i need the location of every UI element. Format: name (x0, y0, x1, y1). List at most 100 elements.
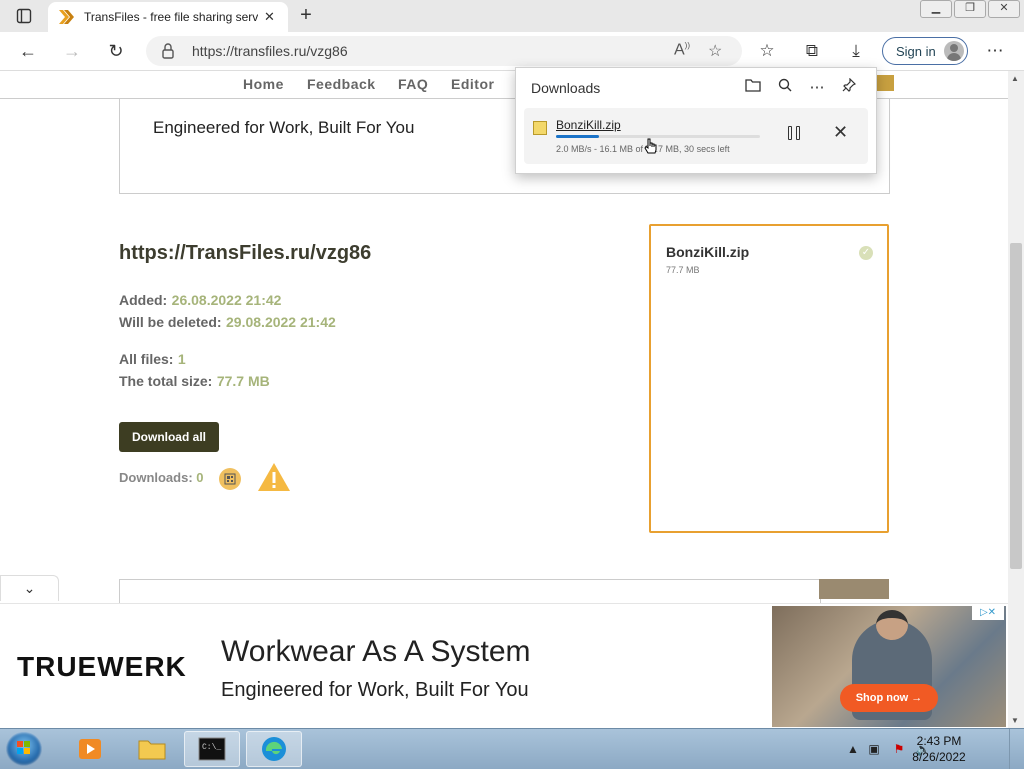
ad-shop-now-button[interactable]: Shop now → (840, 684, 938, 712)
share-url-heading: https://TransFiles.ru/vzg86 (119, 242, 372, 264)
tab-actions-button[interactable] (6, 4, 42, 28)
size-row: The total size: 77.7 MB (119, 373, 270, 391)
lock-icon (162, 43, 174, 59)
scrollbar-thumb[interactable] (1010, 243, 1022, 569)
ad-choices-icon[interactable]: ▷✕ (972, 606, 1004, 620)
downloads-icon[interactable]: ⤓ (845, 40, 867, 62)
files-value: 1 (177, 351, 186, 367)
sign-in-button[interactable]: Sign in (882, 37, 968, 65)
start-button[interactable] (6, 732, 42, 766)
downloads-count-value: 0 (196, 470, 204, 485)
network-icon[interactable]: ▣ (866, 741, 882, 757)
download-status: 2.0 MB/s - 16.1 MB of 77.7 MB, 30 secs l… (556, 144, 730, 154)
download-item[interactable]: BonziKill.zip 2.0 MB/s - 16.1 MB of 77.7… (524, 108, 868, 164)
ad-brand: TRUEWERK (17, 651, 187, 682)
ad-collapse-button[interactable]: ⌄ (0, 575, 59, 601)
sign-in-label: Sign in (896, 43, 936, 59)
taskbar-clock[interactable]: 2:43 PM 8/26/2022 (904, 733, 974, 765)
deleted-row: Will be deleted: 29.08.2022 21:42 (119, 314, 336, 332)
forward-button[interactable]: → (60, 40, 84, 62)
check-icon: ✓ (859, 246, 873, 260)
collections-icon[interactable]: ⧉ (801, 40, 823, 62)
lower-image (819, 579, 889, 599)
tab-close-icon[interactable]: ✕ (264, 9, 275, 25)
windows-taskbar: C:\_ ▲ ▣ ⚑ 🔈 2:43 PM 8/26/2022 (0, 728, 1024, 769)
command-prompt-icon: C:\_ (198, 737, 226, 761)
search-downloads-icon[interactable] (775, 78, 795, 98)
transfiles-favicon-icon (59, 10, 74, 24)
download-file-name[interactable]: BonziKill.zip (556, 118, 621, 132)
scroll-up-icon[interactable]: ▲ (1011, 74, 1019, 83)
download-progress-fill (556, 135, 599, 138)
taskbar-edge[interactable] (246, 731, 302, 767)
size-value: 77.7 MB (216, 373, 270, 389)
tray-expand-icon[interactable]: ▲ (845, 741, 861, 757)
edge-browser-icon (262, 737, 286, 761)
ad-tagline: Engineered for Work, Built For You (221, 679, 529, 701)
browser-tab[interactable]: TransFiles - free file sharing servi ✕ (48, 2, 288, 32)
added-row: Added: 26.08.2022 21:42 (119, 292, 281, 310)
zip-file-icon (533, 121, 547, 135)
pause-download-button[interactable] (784, 124, 804, 144)
media-player-icon (79, 739, 101, 759)
file-card[interactable]: BonziKill.zip 77.7 MB ✓ (649, 224, 889, 533)
new-tab-button[interactable]: + (296, 5, 316, 25)
more-options-icon[interactable]: ⋯ (807, 78, 827, 98)
cancel-download-button[interactable]: ✕ (833, 122, 848, 143)
read-aloud-icon[interactable]: A)) (674, 41, 690, 59)
windows-logo-icon (17, 741, 30, 754)
mouse-cursor-icon (644, 138, 657, 154)
bottom-ad[interactable]: TRUEWERK Workwear As A System Engineered… (0, 603, 1008, 729)
nav-home-link[interactable]: Home (243, 76, 284, 92)
added-value: 26.08.2022 21:42 (171, 292, 282, 308)
clock-date: 8/26/2022 (912, 750, 966, 764)
tab-actions-icon (16, 8, 32, 24)
browser-toolbar: ← → ↻ https://transfiles.ru/vzg86 A)) ☆ … (0, 32, 1024, 71)
downloads-title: Downloads (531, 80, 601, 96)
refresh-button[interactable]: ↻ (104, 40, 128, 62)
nav-feedback-link[interactable]: Feedback (307, 76, 376, 92)
qr-code-icon[interactable] (219, 468, 241, 490)
report-warning-icon[interactable] (257, 462, 291, 492)
favorites-icon[interactable]: ☆ (756, 40, 778, 62)
nav-editor-link[interactable]: Editor (451, 76, 494, 92)
close-window-button[interactable]: ✕ (988, 0, 1020, 18)
deleted-value: 29.08.2022 21:42 (226, 314, 336, 330)
tab-title: TransFiles - free file sharing servi (84, 10, 258, 24)
added-label: Added: (119, 292, 168, 308)
folder-icon (138, 740, 166, 760)
deleted-label: Will be deleted: (119, 314, 222, 330)
window-controls: ▁ ❐ ✕ (918, 0, 1020, 18)
downloads-count: Downloads: 0 (119, 470, 204, 485)
file-card-name: BonziKill.zip (666, 244, 750, 260)
clock-time: 2:43 PM (916, 734, 962, 748)
add-favorite-icon[interactable]: ☆ (708, 41, 722, 61)
downloads-count-label: Downloads: (119, 470, 193, 485)
open-folder-icon[interactable] (743, 78, 763, 98)
file-card-size: 77.7 MB (666, 265, 700, 275)
downloads-flyout: Downloads ⋯ BonziKill.zip 2.0 MB/s - 16.… (515, 67, 877, 174)
address-url: https://transfiles.ru/vzg86 (192, 43, 348, 59)
nav-faq-link[interactable]: FAQ (398, 76, 428, 92)
download-progress-bar (556, 135, 760, 138)
address-bar[interactable]: https://transfiles.ru/vzg86 A)) ☆ (146, 36, 742, 66)
page-scrollbar[interactable]: ▲ ▼ (1008, 71, 1024, 728)
scroll-down-icon[interactable]: ▼ (1011, 716, 1019, 725)
taskbar-media-player[interactable] (62, 731, 118, 767)
language-flag-icon[interactable] (874, 75, 894, 91)
download-all-button[interactable]: Download all (119, 422, 219, 452)
svg-text:C:\_: C:\_ (202, 743, 221, 752)
minimize-button[interactable]: ▁ (920, 0, 952, 18)
show-desktop-button[interactable] (1009, 729, 1024, 769)
ad-headline: Workwear As A System (221, 635, 531, 668)
browser-tab-bar: TransFiles - free file sharing servi ✕ +… (0, 0, 1024, 32)
size-label: The total size: (119, 373, 213, 389)
profile-avatar-icon (943, 41, 964, 61)
files-label: All files: (119, 351, 174, 367)
settings-more-icon[interactable]: ⋯ (984, 40, 1006, 62)
taskbar-cmd[interactable]: C:\_ (184, 731, 240, 767)
maximize-button[interactable]: ❐ (954, 0, 986, 18)
taskbar-explorer[interactable] (124, 731, 180, 767)
back-button[interactable]: ← (16, 40, 40, 62)
pin-icon[interactable] (839, 77, 859, 98)
